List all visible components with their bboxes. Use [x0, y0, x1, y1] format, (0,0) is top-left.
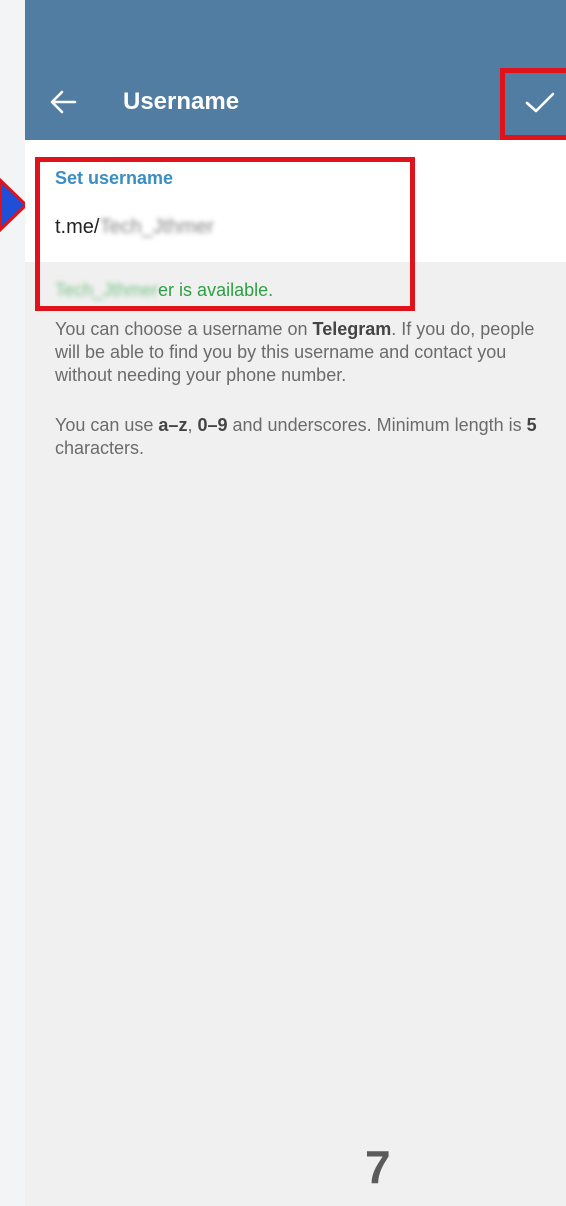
- page-title: Username: [123, 88, 240, 115]
- field-highlight-box: [35, 157, 415, 311]
- help-text: ,: [187, 415, 198, 435]
- help-bold: Telegram: [312, 319, 392, 339]
- page-number: 7: [365, 1141, 391, 1193]
- help-text: and underscores. Minimum length is: [227, 415, 527, 435]
- confirm-highlight-box: [500, 68, 566, 140]
- help-paragraph-2: You can use a–z, 0–9 and underscores. Mi…: [55, 414, 555, 460]
- status-bar: [25, 0, 566, 64]
- back-arrow-icon[interactable]: [49, 86, 77, 118]
- app-bar: Username: [25, 64, 566, 140]
- help-bold: 0–9: [197, 415, 228, 435]
- help-text: characters.: [55, 438, 145, 458]
- help-bold: a–z: [158, 415, 188, 435]
- help-paragraph-1: You can choose a username on Telegram. I…: [55, 318, 555, 387]
- help-bold: 5: [526, 415, 537, 435]
- phone-screen: Username Set username t.me/Tech_Jthmer T…: [25, 0, 566, 1206]
- help-text: You can use: [55, 415, 159, 435]
- help-text: You can choose a username on: [55, 319, 313, 339]
